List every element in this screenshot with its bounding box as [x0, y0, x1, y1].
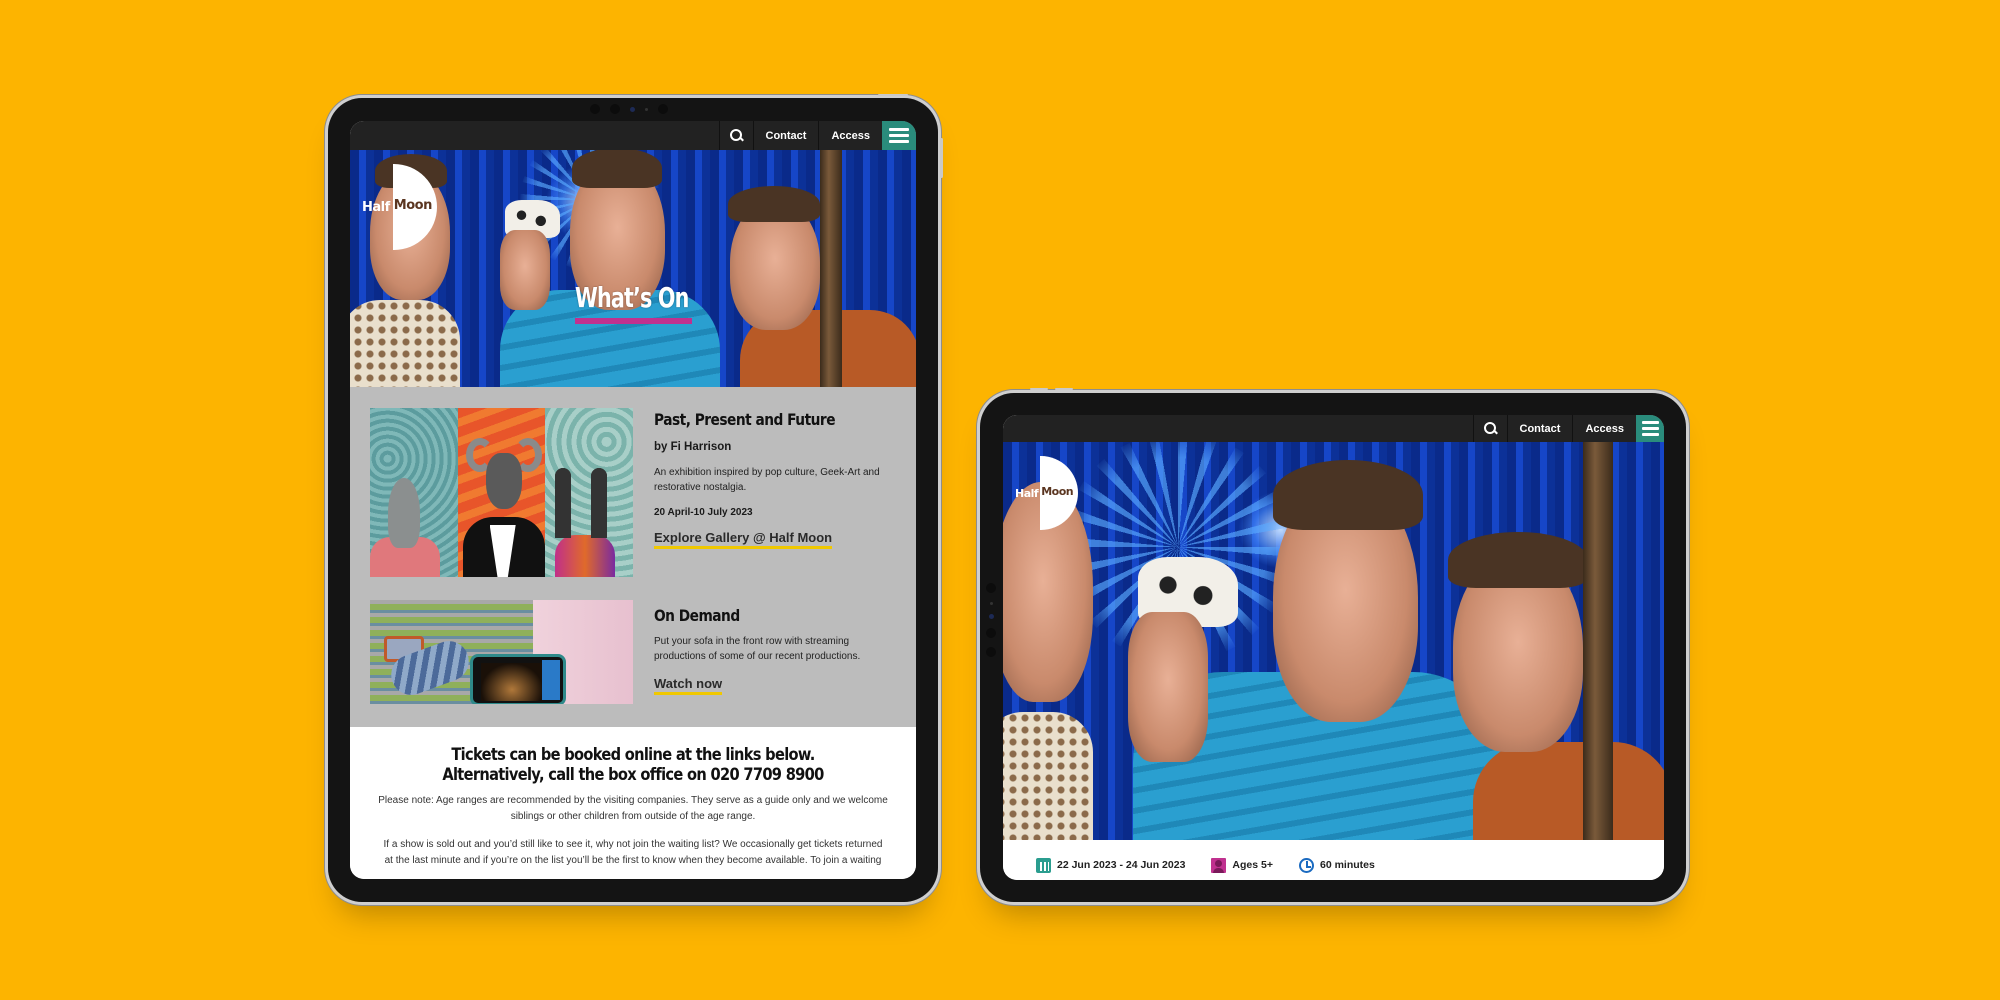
- half-moon-logo[interactable]: Half Moon: [362, 164, 437, 250]
- promo-section: Past, Present and Future by Fi Harrison …: [350, 387, 916, 727]
- pisces-panel: [370, 408, 458, 577]
- gemini-panel: [545, 408, 633, 577]
- power-button: [878, 94, 908, 96]
- watch-now-link[interactable]: Watch now: [654, 676, 723, 695]
- page-title: What’s On: [575, 281, 689, 314]
- volume-button: [940, 138, 943, 178]
- card-description: Put your sofa in the front row with stre…: [654, 636, 861, 662]
- logo-word-half: Half: [362, 199, 390, 215]
- camera-sensor: [986, 628, 996, 638]
- promo-card-gallery: Past, Present and Future by Fi Harrison …: [370, 408, 896, 578]
- card-dates: 20 April-10 July 2023: [654, 507, 753, 518]
- access-link[interactable]: Access: [1572, 415, 1636, 442]
- performer-hand: [1128, 612, 1208, 762]
- volume-button: [1030, 388, 1048, 390]
- portrait-tablet: Contact Access Half Moon What’s On Past,…: [328, 94, 943, 902]
- logo-half-disc: Moon: [392, 164, 437, 250]
- front-camera-array: [986, 583, 996, 657]
- camera-lens: [988, 614, 994, 619]
- hamburger-menu-icon: [889, 128, 909, 143]
- logo-word-half: Half: [1015, 486, 1039, 500]
- flamingo-neck: [555, 468, 572, 538]
- logo-word-moon: Moon: [393, 198, 433, 213]
- event-dates-text: 22 Jun 2023 - 24 Jun 2023: [1057, 859, 1186, 871]
- gallery-artwork-image[interactable]: [370, 408, 633, 577]
- ram-head: [485, 453, 522, 509]
- aries-panel: [457, 408, 546, 577]
- event-duration-text: 60 minutes: [1320, 859, 1375, 871]
- logo-half-disc: Moon: [1040, 456, 1079, 530]
- volume-button: [1055, 388, 1073, 390]
- search-icon: [729, 129, 743, 142]
- phone-stage-video: [481, 663, 543, 701]
- phone-streaming: [470, 654, 566, 704]
- camera-sensor: [590, 104, 600, 114]
- performer-hair: [728, 186, 820, 222]
- tickets-heading: Tickets can be booked online at the link…: [442, 745, 824, 785]
- event-dates: 22 Jun 2023 - 24 Jun 2023: [1036, 857, 1186, 873]
- camera-sensor: [986, 583, 996, 593]
- search-icon: [1483, 422, 1497, 435]
- event-ages: Ages 5+: [1211, 857, 1273, 873]
- performer-hand: [500, 230, 550, 310]
- landscape-tablet: Contact Access Half Moon 22 Jun 2023 - 2…: [980, 388, 1686, 902]
- event-duration: 60 minutes: [1299, 857, 1375, 873]
- contact-link[interactable]: Contact: [752, 121, 819, 150]
- performer-shirt: [1003, 712, 1093, 840]
- contact-link[interactable]: Contact: [1506, 415, 1573, 442]
- performer-shirt: [350, 300, 460, 387]
- front-camera-array: [590, 104, 668, 114]
- fish: [388, 478, 420, 548]
- camera-dot: [645, 107, 648, 111]
- search-button[interactable]: [1472, 415, 1507, 442]
- event-info-bar: 22 Jun 2023 - 24 Jun 2023 Ages 5+ 60 min…: [1003, 840, 1664, 880]
- card-byline: by Fi Harrison: [654, 441, 732, 453]
- person-icon: [1211, 857, 1227, 873]
- access-link[interactable]: Access: [818, 121, 882, 150]
- waiting-list-text: If a show is sold out and you’d still li…: [383, 839, 883, 866]
- half-moon-logo[interactable]: Half Moon: [1015, 456, 1079, 530]
- flamingo-body: [555, 535, 616, 577]
- flamingo-neck: [591, 468, 608, 538]
- event-ages-text: Ages 5+: [1232, 859, 1273, 871]
- on-demand-image[interactable]: [370, 600, 633, 704]
- performer-hair: [572, 150, 662, 188]
- menu-button[interactable]: [882, 121, 916, 150]
- hero-banner-image: Half Moon What’s On: [350, 150, 916, 387]
- double-bass: [820, 150, 842, 387]
- menu-button[interactable]: [1636, 415, 1664, 442]
- age-range-note: Please note: Age ranges are recommended …: [378, 795, 888, 822]
- calendar-icon: [1036, 857, 1051, 873]
- camera-dot: [989, 602, 993, 605]
- top-navigation-bar: Contact Access: [350, 121, 916, 150]
- performer-hair: [1273, 460, 1423, 530]
- camera-lens: [630, 106, 635, 112]
- explore-gallery-link[interactable]: Explore Gallery @ Half Moon: [654, 530, 833, 549]
- card-body: On Demand Put your sofa in the front row…: [654, 606, 894, 695]
- search-button[interactable]: [718, 121, 753, 150]
- phone-signer-panel: [542, 660, 560, 700]
- card-body: Past, Present and Future by Fi Harrison …: [654, 410, 894, 549]
- clock-icon: [1299, 857, 1314, 873]
- camera-sensor: [658, 104, 668, 114]
- landscape-screen: Contact Access Half Moon 22 Jun 2023 - 2…: [1003, 415, 1664, 880]
- top-navigation-bar: Contact Access: [1003, 415, 1664, 442]
- performer-shirt: [1473, 742, 1664, 840]
- card-title: On Demand: [654, 606, 740, 625]
- portrait-screen: Contact Access Half Moon What’s On Past,…: [350, 121, 916, 879]
- hamburger-menu-icon: [1641, 421, 1659, 436]
- card-description: An exhibition inspired by pop culture, G…: [654, 467, 880, 493]
- double-bass: [1583, 442, 1613, 840]
- title-underline: [575, 318, 692, 324]
- camera-sensor: [610, 104, 620, 114]
- performer-hair: [1448, 532, 1588, 588]
- promo-card-on-demand: On Demand Put your sofa in the front row…: [370, 600, 896, 706]
- card-title: Past, Present and Future: [654, 410, 836, 429]
- camera-sensor: [986, 647, 996, 657]
- logo-word-moon: Moon: [1041, 485, 1074, 498]
- event-hero-image: Half Moon: [1003, 442, 1664, 840]
- tickets-section: Tickets can be booked online at the link…: [350, 727, 916, 879]
